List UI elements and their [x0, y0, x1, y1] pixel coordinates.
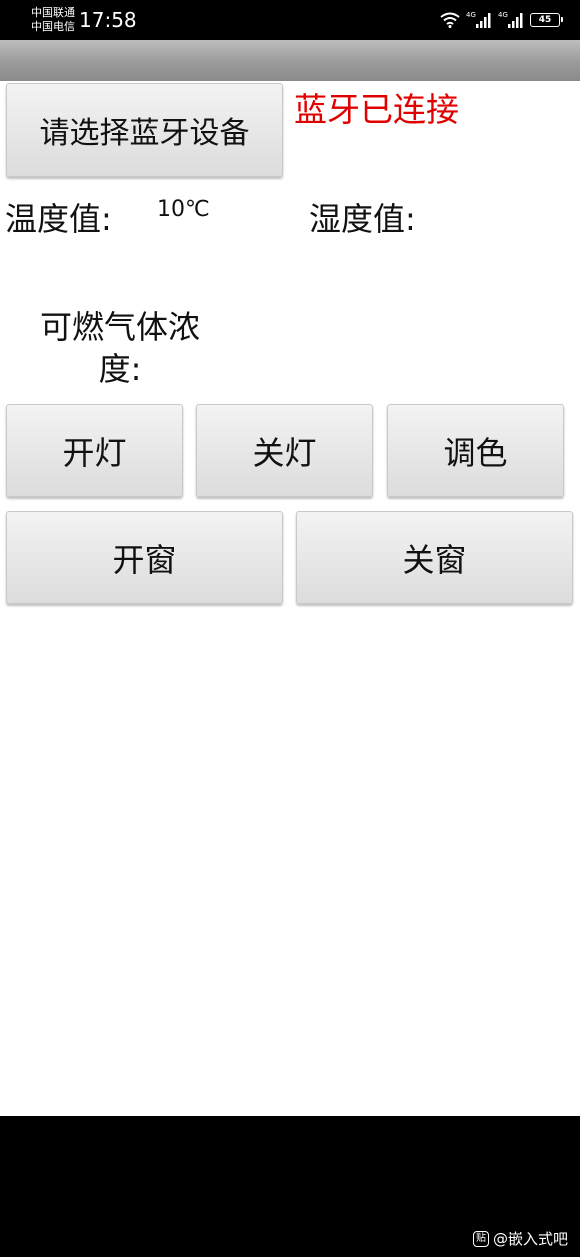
signal-icon-sim1: 4G [466, 11, 491, 28]
network-type-label: 4G [466, 11, 476, 19]
color-adjust-button[interactable]: 调色 [387, 404, 564, 497]
temperature-value: 10℃ [157, 197, 210, 222]
bluetooth-status: 蓝牙已连接 [294, 90, 459, 129]
signal-icon-sim2: 4G [498, 11, 523, 28]
watermark: 贴 @嵌入式吧 [472, 1228, 568, 1249]
humidity-label: 湿度值: [309, 200, 416, 238]
gas-concentration-label: 可燃气体浓度: [39, 308, 200, 388]
network-type-label: 4G [498, 11, 508, 19]
battery-level: 45 [538, 15, 552, 25]
carrier-1: 中国联通 [31, 6, 75, 19]
navigation-bar: 贴 @嵌入式吧 [0, 1116, 580, 1257]
status-icons: 4G 4G 45 [440, 10, 563, 30]
clock: 17:58 [79, 8, 137, 32]
status-bar: 中国联通 中国电信 17:58 4G 4G 45 [0, 0, 580, 40]
battery-icon: 45 [530, 13, 563, 27]
light-on-button[interactable]: 开灯 [6, 404, 183, 497]
wifi-icon [440, 12, 460, 28]
temperature-label: 温度值: [5, 200, 112, 238]
watermark-text: @嵌入式吧 [492, 1230, 568, 1248]
tieba-icon: 贴 [472, 1230, 489, 1247]
app-title-bar [0, 40, 580, 81]
select-bluetooth-device-button[interactable]: 请选择蓝牙设备 [6, 83, 283, 177]
window-close-button[interactable]: 关窗 [296, 511, 573, 604]
light-off-button[interactable]: 关灯 [196, 404, 373, 497]
window-open-button[interactable]: 开窗 [6, 511, 283, 604]
carrier-2: 中国电信 [31, 20, 75, 33]
